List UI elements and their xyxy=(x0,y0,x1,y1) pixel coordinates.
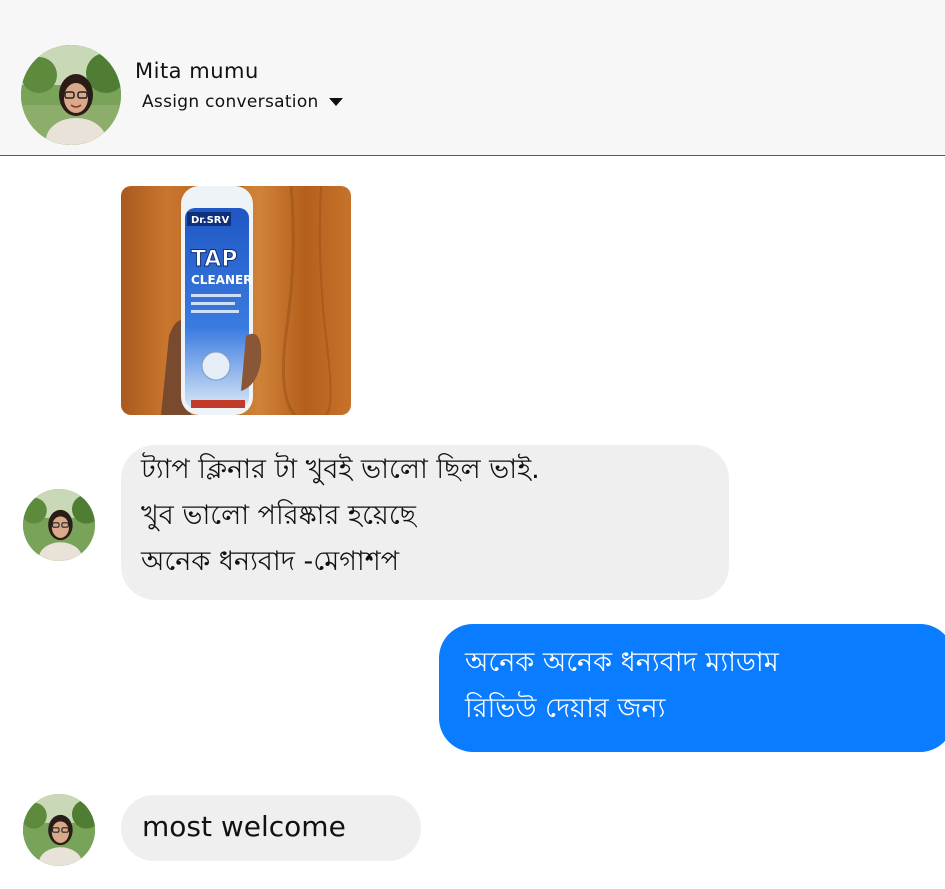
sender-avatar-image xyxy=(23,794,95,866)
message-image[interactable]: Dr.SRV TAP CLEANER xyxy=(121,186,351,415)
incoming-message-bubble[interactable]: ট্যাপ ক্লিনার টা খুবই ভালো ছিল ভাই. খুব … xyxy=(121,445,729,600)
product-text-1: TAP xyxy=(191,247,237,272)
product-text-2: CLEANER xyxy=(191,273,252,287)
message-line: ট্যাপ ক্লিনার টা খুবই ভালো ছিল ভাই. xyxy=(141,454,540,485)
sender-avatar[interactable] xyxy=(23,489,95,561)
incoming-message-bubble[interactable]: most welcome xyxy=(121,795,421,861)
message-line: অনেক ধন্যবাদ -মেগাশপ xyxy=(141,546,400,577)
contact-avatar[interactable] xyxy=(21,45,121,145)
assign-conversation-dropdown[interactable]: Assign conversation xyxy=(142,92,343,112)
message-line: রিভিউ দেয়ার জন্য xyxy=(465,693,666,724)
message-line: most welcome xyxy=(142,810,346,843)
assign-conversation-label: Assign conversation xyxy=(142,92,319,112)
message-line: অনেক অনেক ধন্যবাদ ম্যাডাম xyxy=(465,647,779,678)
contact-name: Mita mumu xyxy=(135,59,259,83)
message-line: খুব ভালো পরিষ্কার হয়েছে xyxy=(141,500,417,531)
caret-down-icon xyxy=(328,98,343,106)
contact-avatar-image xyxy=(21,45,121,145)
outgoing-message-bubble[interactable]: অনেক অনেক ধন্যবাদ ম্যাডাম রিভিউ দেয়ার জ… xyxy=(439,624,945,752)
brand-text: Dr.SRV xyxy=(191,215,230,226)
tap-cleaner-photo: Dr.SRV TAP CLEANER xyxy=(121,186,351,415)
conversation-header: Mita mumu Assign conversation xyxy=(0,0,945,156)
sender-avatar-image xyxy=(23,489,95,561)
sender-avatar[interactable] xyxy=(23,794,95,866)
